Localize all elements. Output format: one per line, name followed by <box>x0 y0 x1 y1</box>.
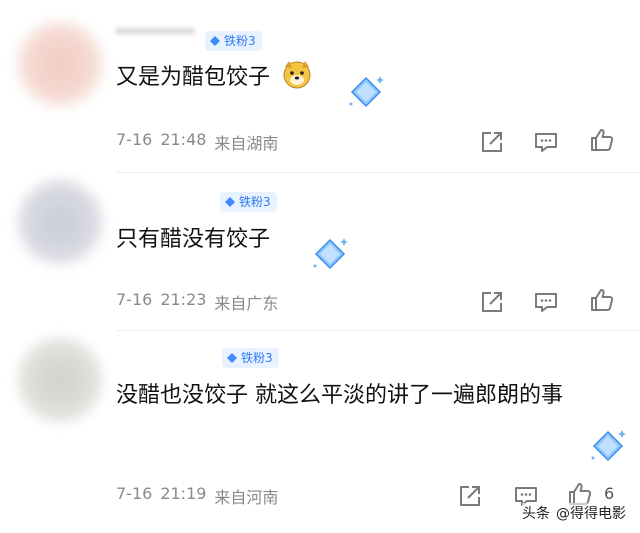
dog-emoji-icon <box>283 61 311 89</box>
avatar[interactable] <box>18 338 102 422</box>
share-button[interactable] <box>478 288 506 316</box>
share-icon <box>482 132 502 152</box>
comment-text-content: 只有醋没有饺子 <box>116 227 271 252</box>
diamond-icon <box>210 36 220 46</box>
comment-text-content: 又是为醋包饺子 <box>116 65 271 90</box>
comment-text: 又是为醋包饺子 <box>116 58 313 96</box>
fan-badge[interactable]: 铁粉3 <box>220 192 277 212</box>
comment-location: 来自河南 <box>214 488 279 507</box>
like-button[interactable] <box>588 126 616 154</box>
comment-time: 21:48 <box>160 130 207 149</box>
like-count: 6 <box>604 484 615 503</box>
username[interactable] <box>115 28 195 34</box>
share-button[interactable] <box>478 128 506 156</box>
sparkle-diamond-icon <box>349 76 384 108</box>
comment-icon <box>535 133 557 152</box>
fan-badge[interactable]: 铁粉3 <box>205 31 262 51</box>
diamond-icon <box>227 353 237 363</box>
comment-location: 来自广东 <box>214 294 279 313</box>
comment-item: 铁粉3 只有醋没有饺子 7-16 21:23 来自广东 <box>0 174 640 334</box>
comment-text: 没醋也没饺子 就这么平淡的讲了一遍郎朗的事 <box>116 378 616 414</box>
share-icon <box>460 486 480 506</box>
like-icon <box>591 129 614 151</box>
share-icon <box>482 292 502 312</box>
comment-icon <box>535 293 557 312</box>
divider <box>116 330 640 331</box>
like-button[interactable] <box>588 286 616 314</box>
comment-list: 铁粉3 又是为醋包饺子 7-16 21:48 来自湖南 铁粉3 只有醋没有饺子 … <box>0 0 640 533</box>
fan-badge[interactable]: 铁粉3 <box>222 348 279 368</box>
share-button[interactable] <box>456 482 484 510</box>
watermark-handle: @得得电影 <box>556 506 626 522</box>
avatar[interactable] <box>18 22 102 106</box>
comment-meta: 7-16 21:19 来自河南 <box>116 484 278 508</box>
watermark: 头条 @得得电影 <box>522 503 626 523</box>
divider <box>116 172 640 173</box>
comment-text-content: 没醋也没饺子 就这么平淡的讲了一遍郎朗的事 <box>116 383 563 408</box>
comment-meta: 7-16 21:48 来自湖南 <box>116 130 278 154</box>
comment-date: 7-16 <box>116 290 153 309</box>
watermark-source: 头条 <box>522 506 550 522</box>
reply-button[interactable] <box>532 288 560 316</box>
sparkle-diamond-icon <box>591 430 626 462</box>
comment-date: 7-16 <box>116 130 153 149</box>
comment-time: 21:19 <box>160 484 207 503</box>
comment-item: 铁粉3 又是为醋包饺子 7-16 21:48 来自湖南 <box>0 0 640 170</box>
comment-date: 7-16 <box>116 484 153 503</box>
comment-time: 21:23 <box>160 290 207 309</box>
sparkle-diamond-icon <box>313 238 348 270</box>
like-icon <box>591 289 614 311</box>
comment-text: 只有醋没有饺子 <box>116 222 270 258</box>
diamond-icon <box>225 197 235 207</box>
comment-location: 来自湖南 <box>214 134 279 153</box>
reply-button[interactable] <box>532 128 560 156</box>
avatar[interactable] <box>18 180 102 264</box>
fan-badge-label: 铁粉3 <box>241 351 273 365</box>
fan-badge-label: 铁粉3 <box>239 195 271 209</box>
comment-meta: 7-16 21:23 来自广东 <box>116 290 278 314</box>
fan-badge-label: 铁粉3 <box>224 34 256 48</box>
